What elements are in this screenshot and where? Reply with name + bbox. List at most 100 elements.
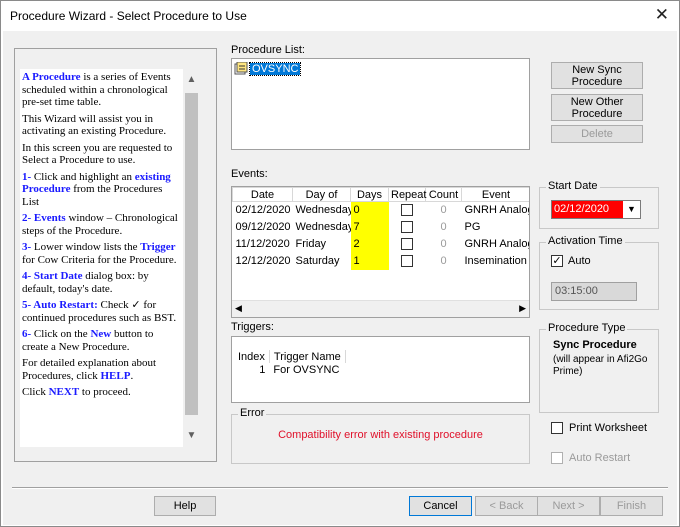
events-table: Date Day of Days Repeat Count Event 02/12/202… bbox=[232, 187, 530, 270]
procedure-list[interactable]: OVSYNC bbox=[231, 58, 530, 150]
trigger-cell-index: 1 bbox=[259, 364, 266, 376]
procedure-icon bbox=[234, 62, 248, 75]
events-column-header[interactable]: Repeat bbox=[388, 187, 426, 202]
new-other-procedure-button[interactable]: New Other Procedure bbox=[551, 94, 643, 121]
repeat-checkbox[interactable] bbox=[401, 221, 413, 234]
help-text: A Procedure is a series of Events schedu… bbox=[22, 71, 182, 403]
events-cell-event: GNRH Analog bbox=[464, 238, 530, 250]
next-button[interactable]: Next > bbox=[537, 496, 600, 516]
help-text-run: Click bbox=[22, 386, 49, 398]
procedure-list-label: Procedure List: bbox=[231, 44, 305, 56]
auto-label: Auto bbox=[568, 255, 591, 267]
delete-button[interactable]: Delete bbox=[551, 125, 643, 143]
events-cell-day: Saturday bbox=[295, 255, 340, 267]
trigger-cell-name: For OVSYNC bbox=[273, 364, 340, 376]
new-sync-procedure-button[interactable]: New Sync Procedure bbox=[551, 62, 643, 89]
print-worksheet-option[interactable]: Print Worksheet bbox=[551, 422, 647, 434]
help-paragraph: A Procedure is a series of Events schedu… bbox=[22, 71, 182, 109]
start-date-value: 02/12/2020 bbox=[552, 201, 623, 218]
chevron-down-icon[interactable]: ▼ bbox=[623, 201, 640, 218]
help-keyword: 2- Events bbox=[22, 212, 66, 224]
events-cell-day: Wednesday bbox=[295, 204, 351, 217]
help-text-run: Click on the bbox=[33, 328, 91, 340]
procedure-type-value: Sync Procedure bbox=[553, 339, 637, 351]
cancel-button[interactable]: Cancel bbox=[409, 496, 472, 516]
help-paragraph: 3- Lower window lists the Trigger for Co… bbox=[22, 241, 182, 266]
repeat-checkbox[interactable] bbox=[401, 204, 413, 217]
repeat-checkbox[interactable] bbox=[401, 255, 413, 268]
auto-restart-option[interactable]: Auto Restart bbox=[551, 452, 630, 464]
procedure-item-ovsync[interactable]: OVSYNC bbox=[248, 62, 302, 76]
scroll-up-icon[interactable]: ▲ bbox=[183, 71, 200, 89]
auto-checkbox[interactable]: ✓ bbox=[551, 255, 563, 267]
table-row[interactable]: 02/12/2020 Wednesday 0 0 GNRH Analog bbox=[233, 201, 530, 219]
help-paragraph: 1- Click and highlight an existing Proce… bbox=[22, 171, 182, 209]
help-paragraph: In this screen you are requested to Sele… bbox=[22, 142, 182, 167]
events-cell-date: 11/12/2020 bbox=[235, 238, 290, 250]
triggers-column-header[interactable]: Trigger Name bbox=[269, 350, 346, 363]
events-column-header[interactable]: Date bbox=[232, 187, 293, 202]
help-keyword: New bbox=[90, 328, 112, 340]
scroll-right-icon[interactable]: ▶ bbox=[519, 303, 526, 314]
table-row[interactable]: 12/12/2020 Saturday 1 0 Insemination bbox=[233, 252, 530, 270]
table-row[interactable]: 11/12/2020 Friday 2 0 GNRH Analog bbox=[233, 235, 530, 253]
help-text-run: for Cow Criteria for the Procedure. bbox=[22, 253, 177, 266]
events-cell-count: 0 bbox=[440, 238, 447, 250]
table-row[interactable]: 09/12/2020 Wednesday 7 0 PG bbox=[233, 218, 530, 236]
error-label: Error bbox=[238, 407, 267, 419]
events-column-header[interactable]: Count bbox=[425, 187, 462, 202]
events-cell-days: 2 bbox=[350, 235, 389, 253]
events-cell-event: GNRH Analog bbox=[464, 204, 530, 217]
start-date-picker[interactable]: 02/12/2020 ▼ bbox=[551, 200, 641, 219]
events-column-header[interactable]: Event bbox=[461, 187, 529, 202]
print-worksheet-checkbox[interactable] bbox=[551, 422, 563, 434]
close-icon[interactable]: ✕ bbox=[655, 5, 669, 25]
start-date-group: Start Date 02/12/2020 ▼ bbox=[539, 180, 659, 229]
help-paragraph: 2- Events window – Chronological steps o… bbox=[22, 212, 182, 237]
table-row[interactable]: 1 For OVSYNC bbox=[234, 363, 345, 377]
help-keyword: 4- Start Date bbox=[22, 270, 83, 282]
events-cell-days: 1 bbox=[350, 252, 389, 270]
procedure-type-note: (will appear in Afi2Go Prime) bbox=[553, 354, 648, 377]
events-cell-event: PG bbox=[464, 221, 481, 233]
help-scrollbar[interactable]: ▲ ▼ bbox=[183, 69, 200, 447]
finish-button[interactable]: Finish bbox=[600, 496, 663, 516]
scroll-left-icon[interactable]: ◀ bbox=[235, 303, 242, 314]
scroll-down-icon[interactable]: ▼ bbox=[183, 427, 200, 445]
events-cell-date: 12/12/2020 bbox=[235, 255, 291, 267]
events-cell-day: Friday bbox=[295, 238, 327, 250]
triggers-column-header[interactable]: Index bbox=[234, 350, 270, 363]
events-grid[interactable]: Date Day of Days Repeat Count Event 02/12/202… bbox=[231, 186, 530, 318]
help-paragraph: 5- Auto Restart: Check ✓ for continued p… bbox=[22, 299, 182, 324]
help-keyword: Trigger bbox=[140, 241, 176, 253]
events-hscrollbar[interactable]: ◀ ▶ bbox=[232, 300, 529, 317]
help-text-run: This Wizard will assist you in activatin… bbox=[22, 112, 167, 138]
help-keyword: 3- bbox=[22, 241, 34, 253]
repeat-checkbox[interactable] bbox=[401, 238, 413, 251]
auto-restart-checkbox[interactable] bbox=[551, 452, 563, 464]
title-bar: Procedure Wizard - Select Procedure to U… bbox=[1, 1, 679, 31]
help-keyword: NEXT bbox=[48, 386, 80, 398]
start-date-label: Start Date bbox=[546, 180, 600, 192]
back-button[interactable]: < Back bbox=[475, 496, 538, 516]
procedure-type-label: Procedure Type bbox=[546, 322, 628, 334]
events-cell-repeat bbox=[389, 236, 426, 253]
triggers-table: Index Trigger Name 1 For OVSYNC bbox=[234, 350, 346, 377]
activation-time-field[interactable]: 03:15:00 bbox=[551, 282, 637, 301]
help-keyword: 1- bbox=[22, 170, 34, 183]
wizard-body: A Procedure is a series of Events schedu… bbox=[3, 31, 677, 525]
help-button[interactable]: Help bbox=[154, 496, 216, 516]
events-cell-count: 0 bbox=[440, 204, 447, 217]
events-label: Events: bbox=[231, 168, 268, 180]
events-column-header[interactable]: Day of bbox=[292, 187, 351, 202]
events-column-header[interactable]: Days bbox=[350, 187, 389, 202]
help-text-run: For detailed explanation about Procedure… bbox=[22, 357, 157, 382]
events-cell-date: 02/12/2020 bbox=[235, 204, 291, 217]
events-cell-count: 0 bbox=[440, 255, 447, 267]
auto-checkbox-row[interactable]: ✓ Auto bbox=[551, 255, 591, 267]
events-cell-repeat bbox=[389, 202, 426, 219]
triggers-grid[interactable]: Index Trigger Name 1 For OVSYNC bbox=[231, 336, 530, 403]
events-cell-day: Wednesday bbox=[295, 221, 351, 233]
scroll-thumb[interactable] bbox=[185, 93, 198, 415]
list-item[interactable]: OVSYNC bbox=[234, 62, 302, 76]
